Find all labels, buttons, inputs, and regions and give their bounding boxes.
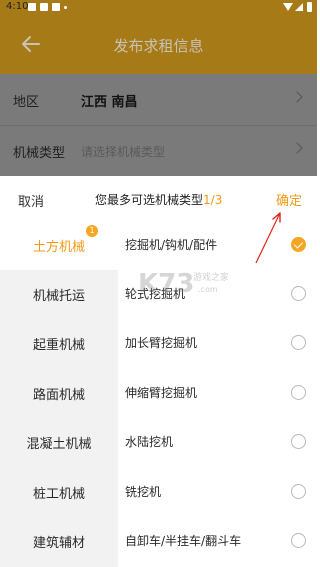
category-label: 混凝土机械 [26,437,92,452]
region-value: 江西 南昌 [81,95,138,110]
picker-hint: 您最多可选机械类型1/3 [95,191,222,208]
signal-icon [295,3,303,11]
category-item-piling[interactable]: 桩工机械 [0,468,118,517]
region-label: 地区 [13,95,40,110]
checkbox-empty-icon[interactable] [291,533,306,548]
category-label: 路面机械 [32,388,85,403]
svg-text:游戏之家: 游戏之家 [193,271,228,283]
subtype-item[interactable]: 伸缩臂挖掘机 [118,369,317,418]
notification-dot-icon [64,6,67,9]
category-label: 起重机械 [32,338,85,353]
checkbox-empty-icon[interactable] [291,484,306,499]
checkbox-checked-icon[interactable] [291,237,306,252]
category-item-lifting[interactable]: 起重机械 [0,319,118,368]
checkbox-empty-icon[interactable] [291,385,306,400]
form-overlay: 地区 江西 南昌 机械类型 请选择机械类型 [0,74,317,176]
notification-icon [40,3,48,11]
chevron-right-icon [291,142,303,154]
chevron-right-icon [291,91,303,103]
app-bar: 发布求租信息 [0,15,317,74]
category-item-materials[interactable]: 建筑辅材 [0,517,118,566]
svg-text:K73: K73 [138,269,194,299]
status-bar: 4:10 [0,0,317,15]
annotation-arrow-icon [255,212,281,264]
category-label: 桩工机械 [32,487,85,502]
subtype-label: 水陆挖机 [125,435,174,449]
subtype-item[interactable]: 自卸车/半挂车/翻斗车 [118,517,317,566]
svg-text:.com: .com [198,285,218,294]
category-item-road[interactable]: 路面机械 [0,369,118,418]
machine-type-label: 机械类型 [13,146,66,161]
picker-hint-text: 您最多可选机械类型 [95,193,204,207]
wifi-icon [283,3,293,11]
category-list: 土方机械 1 机械托运 起重机械 路面机械 混凝土机械 桩工机械 建筑辅材 [0,221,118,567]
category-label: 建筑辅材 [32,536,85,551]
subtype-label: 铣挖机 [125,485,162,499]
count-badge: 1 [86,225,98,237]
subtype-label: 挖掘机/钩机/配件 [125,238,218,252]
subtype-label: 伸缩臂挖掘机 [125,386,198,400]
selection-count: 1/3 [203,193,223,207]
watermark-logo: K73 游戏之家 .com [138,269,228,299]
battery-icon [307,2,312,12]
subtype-label: 加长臂挖掘机 [125,336,198,350]
category-label: 机械托运 [32,289,85,304]
category-item-transport[interactable]: 机械托运 [0,270,118,319]
subtype-item[interactable]: 水陆挖机 [118,418,317,467]
subtype-label: 自卸车/半挂车/翻斗车 [125,534,242,548]
notification-icon [52,3,60,11]
category-item-concrete[interactable]: 混凝土机械 [0,418,118,467]
machine-type-placeholder: 请选择机械类型 [81,145,166,159]
category-item-earthwork[interactable]: 土方机械 1 [0,221,118,270]
cancel-button[interactable]: 取消 [18,191,44,210]
status-time: 4:10 [6,1,29,12]
notification-icon [28,3,36,11]
checkbox-empty-icon[interactable] [291,286,306,301]
checkbox-empty-icon[interactable] [291,434,306,449]
subtype-item[interactable]: 铣挖机 [118,468,317,517]
machine-type-row[interactable]: 机械类型 请选择机械类型 [0,125,317,176]
checkbox-empty-icon[interactable] [291,335,306,350]
category-label: 土方机械 [32,240,85,255]
page-title: 发布求租信息 [113,37,204,55]
region-row[interactable]: 地区 江西 南昌 [0,74,317,125]
subtype-item[interactable]: 加长臂挖掘机 [118,319,317,368]
